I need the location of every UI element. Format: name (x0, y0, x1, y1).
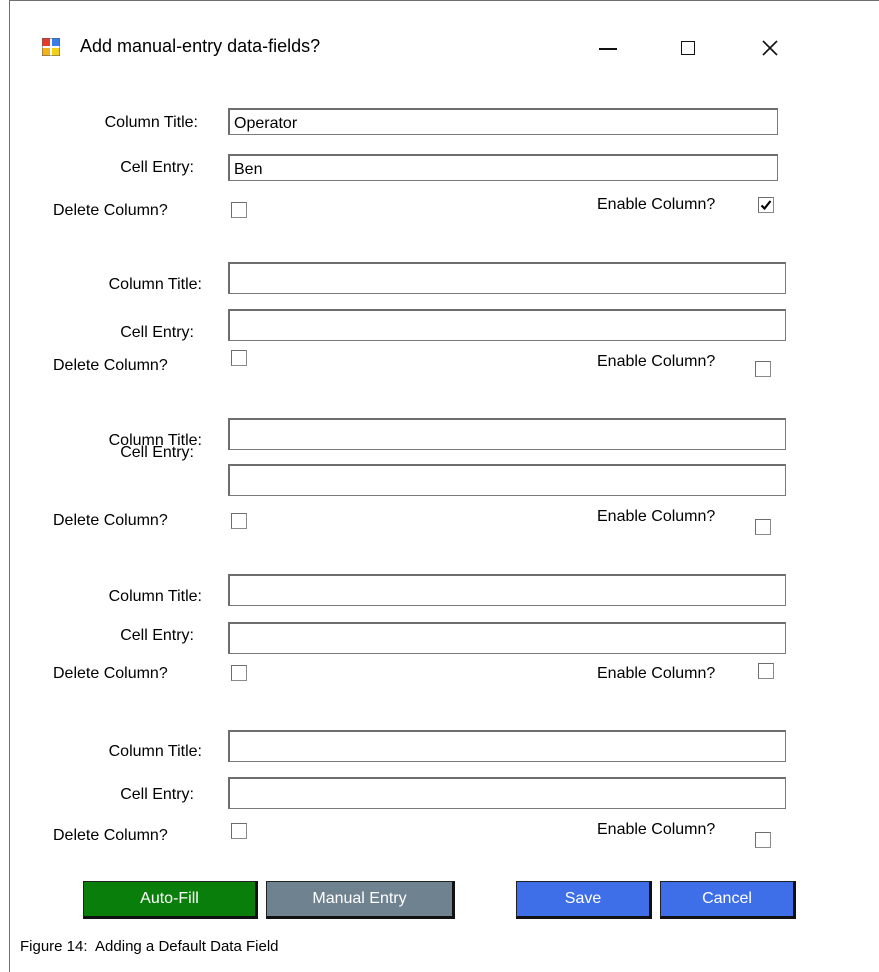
delete-column-label: Delete Column? (53, 202, 168, 219)
enable-column-checkbox[interactable] (755, 832, 771, 848)
column-title-label: Column Title: (104, 114, 198, 131)
enable-column-label: Enable Column? (597, 353, 716, 370)
column-title-label: Column Title: (108, 276, 202, 293)
enable-column-checkbox[interactable] (755, 519, 771, 535)
auto-fill-button[interactable]: Auto-Fill (83, 881, 258, 919)
delete-column-label: Delete Column? (53, 357, 168, 374)
cancel-button[interactable]: Cancel (660, 881, 796, 919)
cell-entry-label: Cell Entry: (120, 627, 194, 644)
figure-caption-label: Figure 14: (20, 938, 88, 955)
minimize-button[interactable] (588, 30, 628, 66)
close-icon (762, 40, 778, 56)
cell-entry-input[interactable] (228, 777, 786, 809)
cell-entry-input[interactable] (228, 309, 786, 341)
window-title: Add manual-entry data-fields? (80, 36, 321, 56)
cell-entry-input[interactable] (228, 154, 778, 181)
enable-column-label: Enable Column? (597, 508, 716, 525)
column-title-input[interactable] (228, 262, 786, 294)
minimize-icon (599, 48, 617, 50)
delete-column-checkbox[interactable] (231, 350, 247, 366)
figure-caption: Figure 14: Adding a Default Data Field (20, 938, 279, 955)
close-button[interactable] (750, 30, 790, 66)
cell-entry-label: Cell Entry: (120, 786, 194, 803)
column-title-label: Column Title: (108, 743, 202, 760)
maximize-button[interactable] (668, 30, 708, 66)
cell-entry-label: Cell Entry: (120, 444, 194, 461)
cell-entry-label: Cell Entry: (120, 159, 194, 176)
maximize-icon (681, 41, 695, 55)
enable-column-label: Enable Column? (597, 196, 716, 213)
cell-entry-input[interactable] (228, 464, 786, 496)
column-title-input[interactable] (228, 730, 786, 762)
save-button[interactable]: Save (516, 881, 652, 919)
column-title-label: Column Title: (108, 588, 202, 605)
enable-column-label: Enable Column? (597, 821, 716, 838)
enable-column-checkbox[interactable] (758, 663, 774, 679)
figure-caption-text: Adding a Default Data Field (87, 938, 279, 955)
cell-entry-input[interactable] (228, 622, 786, 654)
delete-column-checkbox[interactable] (231, 513, 247, 529)
enable-column-checkbox[interactable] (755, 361, 771, 377)
cell-entry-label: Cell Entry: (120, 324, 194, 341)
enable-column-label: Enable Column? (597, 665, 716, 682)
column-title-input[interactable] (228, 108, 778, 135)
delete-column-label: Delete Column? (53, 827, 168, 844)
column-title-input[interactable] (228, 574, 786, 606)
checkmark-icon (760, 200, 772, 211)
delete-column-checkbox[interactable] (231, 823, 247, 839)
delete-column-label: Delete Column? (53, 665, 168, 682)
enable-column-checkbox[interactable] (758, 197, 774, 213)
column-title-input[interactable] (228, 418, 786, 450)
delete-column-label: Delete Column? (53, 512, 168, 529)
delete-column-checkbox[interactable] (231, 665, 247, 681)
app-icon (42, 38, 60, 56)
manual-entry-button[interactable]: Manual Entry (266, 881, 455, 919)
delete-column-checkbox[interactable] (231, 202, 247, 218)
